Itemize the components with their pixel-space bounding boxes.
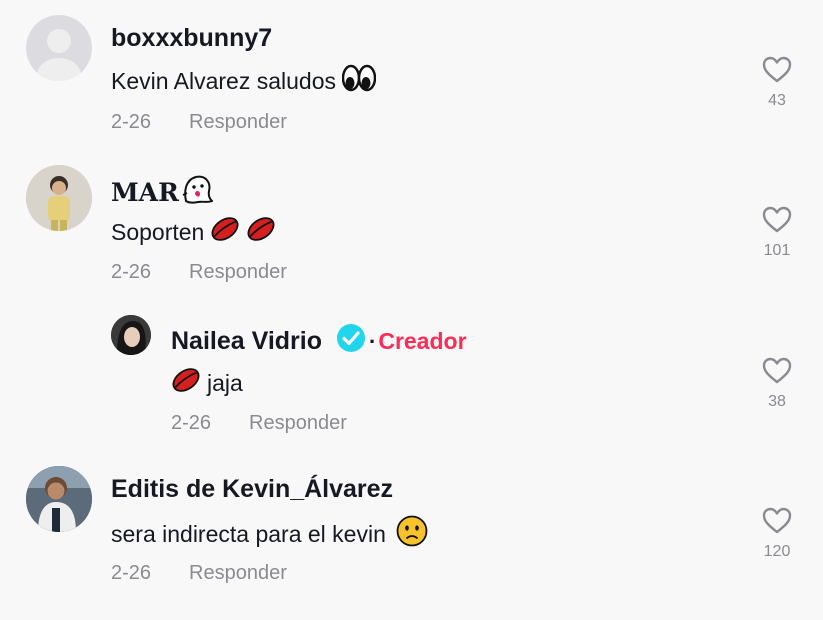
verified-badge-icon xyxy=(336,323,366,360)
comment-meta: 2-26 Responder xyxy=(171,412,347,435)
avatar[interactable] xyxy=(26,15,92,81)
user-photo-icon xyxy=(26,165,92,231)
comment-text-body: Kevin Alvarez saludos xyxy=(111,67,337,94)
comment-username-text: Nailea Vidrio xyxy=(171,327,322,355)
ghost-emoji-icon xyxy=(181,174,214,210)
comment-date: 2-26 xyxy=(111,562,152,584)
heart-icon xyxy=(762,357,792,384)
comment-date: 2-26 xyxy=(171,412,212,434)
like-count: 120 xyxy=(763,543,791,560)
eyes-emoji-icon xyxy=(341,64,377,98)
comment-text: sera indirecta para el kevin xyxy=(111,515,428,553)
comment-date: 2-26 xyxy=(111,111,152,133)
comment-text-body: Soporten xyxy=(111,218,205,245)
heart-icon xyxy=(762,56,792,83)
creator-badge: Creador xyxy=(378,328,467,354)
comment-text: Soporten xyxy=(111,214,276,250)
comment-meta: 2-26 Responder xyxy=(111,261,287,284)
reply-button[interactable]: Responder xyxy=(189,261,287,283)
comment-meta: 2-26 Responder xyxy=(111,111,287,134)
like-count: 38 xyxy=(768,393,786,410)
reply-button[interactable]: Responder xyxy=(189,562,287,584)
avatar[interactable] xyxy=(26,165,92,231)
separator-dot: · xyxy=(369,328,377,354)
comment-text: jaja xyxy=(171,365,243,401)
comment-username[interactable]: Nailea Vidrio · Creador xyxy=(171,323,467,360)
comment-date: 2-26 xyxy=(111,261,152,283)
comment-username[interactable]: boxxxbunny7 xyxy=(111,24,272,53)
comment-username[interactable]: Editis de Kevin_Álvarez xyxy=(111,475,393,504)
heart-icon xyxy=(762,206,792,233)
comment-username-text: MAR xyxy=(111,177,179,207)
kiss-lips-emoji-icon xyxy=(171,365,201,401)
user-photo-icon xyxy=(26,466,92,532)
user-photo-icon xyxy=(111,315,151,355)
avatar[interactable] xyxy=(26,466,92,532)
comment-text-body: sera indirecta para el kevin xyxy=(111,520,386,547)
like-button[interactable]: 38 xyxy=(757,357,797,411)
reply-button[interactable]: Responder xyxy=(189,111,287,133)
heart-icon xyxy=(762,507,792,534)
comment-text: Kevin Alvarez saludos xyxy=(111,64,377,98)
worried-face-emoji-icon xyxy=(396,515,428,553)
like-count: 101 xyxy=(763,242,791,259)
like-button[interactable]: 43 xyxy=(757,56,797,110)
like-button[interactable]: 120 xyxy=(757,507,797,561)
like-button[interactable]: 101 xyxy=(757,206,797,260)
avatar[interactable] xyxy=(111,315,151,355)
default-avatar-icon xyxy=(37,29,81,81)
like-count: 43 xyxy=(768,92,786,109)
kiss-lips-emoji-icon xyxy=(246,214,276,250)
comment-text-body: jaja xyxy=(207,369,243,396)
comment-meta: 2-26 Responder xyxy=(111,562,287,585)
kiss-lips-emoji-icon xyxy=(210,214,240,250)
comment-username[interactable]: MAR xyxy=(111,174,214,210)
reply-button[interactable]: Responder xyxy=(249,412,347,434)
